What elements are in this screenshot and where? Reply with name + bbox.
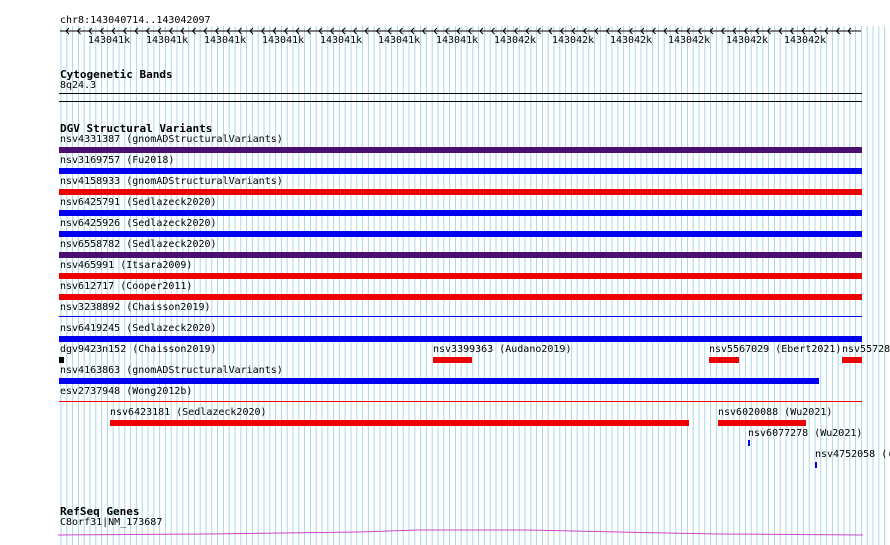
dgv-feature-bar[interactable]: [59, 210, 862, 216]
ruler-tick-label: 143041k: [378, 35, 421, 46]
dgv-feature-bar[interactable]: [59, 336, 862, 342]
dgv-feature-bar[interactable]: [59, 316, 862, 317]
ruler-tick-label: 143041k: [436, 35, 479, 46]
dgv-feature-label[interactable]: nsv6425926 (Sedlazeck2020): [60, 218, 217, 230]
ruler-tick-label: 143041k: [146, 35, 189, 46]
dgv-feature-bar[interactable]: [59, 378, 819, 384]
ruler-tick-label: 143041k: [320, 35, 363, 46]
dgv-feature-bar[interactable]: [59, 357, 64, 363]
dgv-feature-label[interactable]: nsv6558782 (Sedlazeck2020): [60, 239, 217, 251]
dgv-feature-label[interactable]: nsv4163863 (gnomADStructuralVariants): [60, 365, 283, 377]
dgv-feature-bar[interactable]: [59, 189, 862, 195]
dgv-feature-label[interactable]: nsv5567029 (Ebert2021): [709, 344, 841, 356]
dgv-feature-label[interactable]: nsv6425791 (Sedlazeck2020): [60, 197, 217, 209]
dgv-feature-bar[interactable]: [59, 401, 862, 402]
gene-model[interactable]: [58, 527, 864, 539]
ruler-tick-label: 143042k: [552, 35, 595, 46]
dgv-feature-bar[interactable]: [59, 273, 862, 279]
ruler-tick-label: 143042k: [610, 35, 653, 46]
dgv-feature-bar[interactable]: [718, 420, 806, 426]
dgv-feature-bar[interactable]: [709, 357, 739, 363]
dgv-feature-bar[interactable]: [59, 147, 862, 153]
ruler-tick-label: 143042k: [668, 35, 711, 46]
dgv-feature-label[interactable]: nsv55728: [842, 344, 890, 356]
dgv-feature-bar[interactable]: [842, 357, 862, 363]
cytoband-label[interactable]: 8q24.3: [60, 80, 96, 92]
dgv-feature-bar[interactable]: [748, 440, 750, 446]
ruler-tick-label: 143041k: [262, 35, 305, 46]
dgv-feature-label[interactable]: esv2737948 (Wong2012b): [60, 386, 192, 398]
ruler-tick-label: 143041k: [88, 35, 131, 46]
ruler-tick-label: 143042k: [784, 35, 827, 46]
dgv-feature-label[interactable]: nsv465991 (Itsara2009): [60, 260, 192, 272]
dgv-feature-label[interactable]: nsv4752058 ((: [815, 449, 890, 461]
dgv-feature-label[interactable]: nsv3169757 (Fu2018): [60, 155, 174, 167]
dgv-feature-label[interactable]: nsv4158933 (gnomADStructuralVariants): [60, 176, 283, 188]
dgv-feature-bar[interactable]: [59, 231, 862, 237]
dgv-feature-label[interactable]: nsv6423181 (Sedlazeck2020): [110, 407, 267, 419]
dgv-feature-label[interactable]: nsv612717 (Cooper2011): [60, 281, 192, 293]
dgv-feature-label[interactable]: dgv9423n152 (Chaisson2019): [60, 344, 217, 356]
ruler-tick-label: 143041k: [204, 35, 247, 46]
ruler-tick-label: 143042k: [726, 35, 769, 46]
ruler-tick-label: 143042k: [494, 35, 537, 46]
dgv-feature-label[interactable]: nsv3399363 (Audano2019): [433, 344, 571, 356]
genome-browser-view: chr8:143040714..143042097 143041k 143041k…: [0, 0, 890, 545]
dgv-feature-bar[interactable]: [59, 252, 862, 258]
track-separator: [59, 101, 862, 102]
dgv-feature-label[interactable]: nsv6077278 (Wu2021): [748, 428, 862, 440]
cytoband-line: [59, 93, 862, 94]
dgv-feature-bar[interactable]: [110, 420, 689, 426]
dgv-feature-bar[interactable]: [433, 357, 472, 363]
dgv-feature-bar[interactable]: [59, 294, 862, 300]
dgv-feature-label[interactable]: nsv6020088 (Wu2021): [718, 407, 832, 419]
dgv-feature-label[interactable]: nsv4331387 (gnomADStructuralVariants): [60, 134, 283, 146]
dgv-feature-label[interactable]: nsv3238892 (Chaisson2019): [60, 302, 211, 314]
dgv-feature-label[interactable]: nsv6419245 (Sedlazeck2020): [60, 323, 217, 335]
dgv-feature-bar[interactable]: [59, 168, 862, 174]
dgv-feature-bar[interactable]: [815, 462, 817, 468]
